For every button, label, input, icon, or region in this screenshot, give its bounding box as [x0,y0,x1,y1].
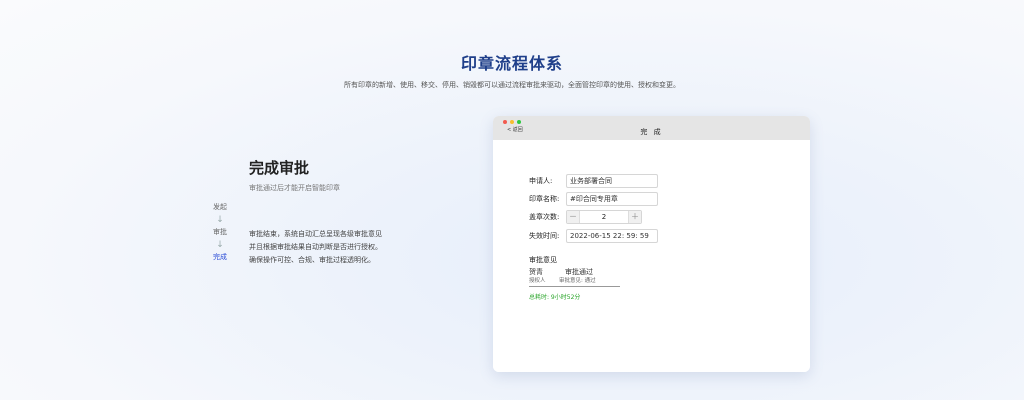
window-content: 申请人: 业务部署合同 印章名称: #印合同专用章 盖章次数: － 2 ＋ 失效… [493,140,810,372]
section-description: 审批结束，系统自动汇总呈现各级审批意见 并且根据审批结果自动判断是否进行授权。 … [249,228,382,267]
description-line: 并且根据审批结果自动判断是否进行授权。 [249,243,382,251]
applicant-field[interactable]: 业务部署合同 [566,174,658,188]
arrow-down-icon: ↓ [216,240,224,250]
page-title: 印章流程体系 [460,54,563,73]
window-titlebar: < 返回 完 成 [493,116,810,140]
divider [529,286,620,287]
close-window-icon[interactable] [503,120,507,124]
app-window: < 返回 完 成 申请人: 业务部署合同 印章名称: #印合同专用章 盖章次数:… [493,116,810,372]
applicant-label: 申请人: [529,177,553,185]
opinion-title: 审批意见 [529,256,557,264]
minimize-window-icon[interactable] [510,120,514,124]
increment-button[interactable]: ＋ [628,211,641,223]
seal-count-stepper[interactable]: － 2 ＋ [566,210,642,224]
expire-label: 失效时间: [529,232,560,240]
arrow-down-icon: ↓ [216,215,224,225]
step-approve[interactable]: 审批 [206,227,234,238]
process-steps: 发起 ↓ 审批 ↓ 完成 [206,202,234,263]
maximize-window-icon[interactable] [517,120,521,124]
expire-field[interactable]: 2022-06-15 22: 59: 59 [566,229,658,243]
page-subtitle: 所有印章的新增、使用、移交、停用、销毁都可以通过流程审批来驱动，全面管控印章的使… [344,81,680,89]
section-subtitle: 审批通过后才能开启智能印章 [249,184,340,192]
description-line: 确保操作可控、合规、审批过程透明化。 [249,256,375,264]
seal-name-label: 印章名称: [529,195,560,203]
seal-count-label: 盖章次数: [529,213,560,221]
seal-count-value[interactable]: 2 [579,211,629,223]
section-title: 完成审批 [249,159,310,177]
total-duration: 总耗时: 9小时52分 [529,294,581,301]
step-complete[interactable]: 完成 [206,252,234,263]
seal-name-field[interactable]: #印合同专用章 [566,192,658,206]
approval-opinion: 审批意见: 通过 [559,278,596,284]
window-title: 完 成 [640,128,663,136]
description-line: 审批结束，系统自动汇总呈现各级审批意见 [249,230,382,238]
approver-role: 授权人 [529,278,546,284]
step-initiate[interactable]: 发起 [206,202,234,213]
